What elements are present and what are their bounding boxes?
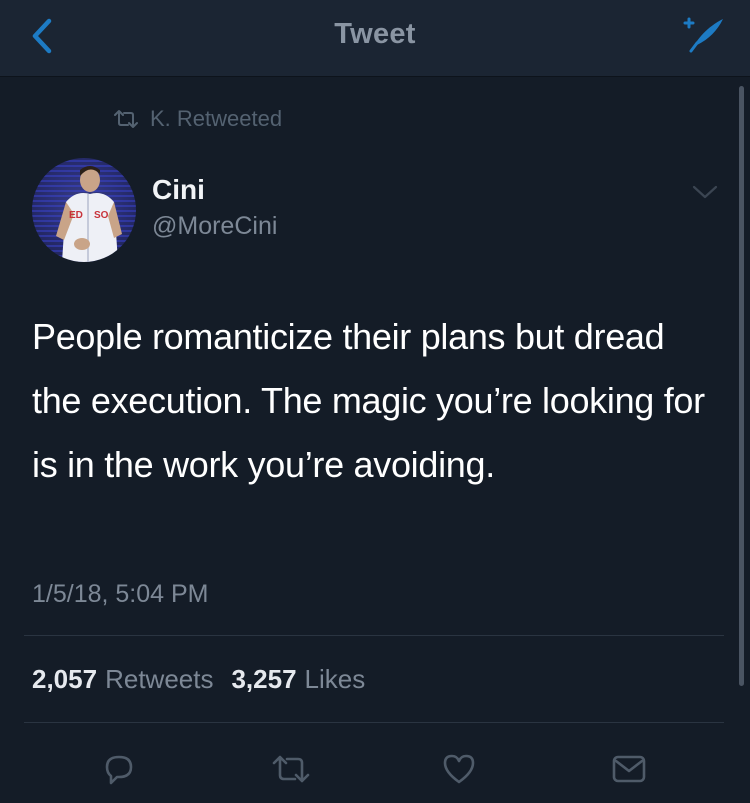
avatar-jersey-text-2: SO [94,210,109,221]
reply-button[interactable] [96,746,142,792]
likes-stat[interactable]: 3,257 Likes [231,664,365,695]
compose-button[interactable] [682,12,728,58]
author-name[interactable]: Cini [152,174,205,206]
likes-count: 3,257 [231,664,297,694]
like-icon [443,754,475,784]
reply-icon [105,755,133,785]
tweet-text: People romanticize their plans but dread… [32,316,705,485]
divider [24,635,724,636]
tweet-stats: 2,057 Retweets 3,257 Likes [32,664,365,695]
navigation-bar: Tweet [0,0,750,77]
chevron-down-icon [692,185,718,199]
compose-icon [683,17,723,53]
message-button[interactable] [606,746,652,792]
retweets-count: 2,057 [32,664,98,694]
tweet-screen: Tweet K. Retweeted ED SO Cini @MoreCini … [0,0,750,803]
retweet-context-label: K. Retweeted [150,106,283,131]
retweet-icon [272,755,310,783]
retweet-button[interactable] [268,746,314,792]
author-handle[interactable]: @MoreCini [152,212,277,241]
scrollbar[interactable] [739,86,744,686]
like-button[interactable] [436,746,482,792]
tweet-timestamp: 1/5/18, 5:04 PM [32,580,209,608]
more-options-button[interactable] [690,182,720,202]
retweet-context[interactable]: K. Retweeted [112,106,282,132]
retweets-stat[interactable]: 2,057 Retweets [32,664,213,695]
action-bar [0,740,750,800]
likes-label: Likes [304,664,366,694]
avatar[interactable]: ED SO [32,158,136,262]
avatar-figure: ED SO [56,166,122,262]
retweets-label: Retweets [105,664,214,694]
divider [24,722,724,723]
avatar-jersey-text: ED [69,210,83,221]
retweet-icon [114,110,138,128]
page-title: Tweet [334,18,416,50]
message-icon [612,755,646,783]
